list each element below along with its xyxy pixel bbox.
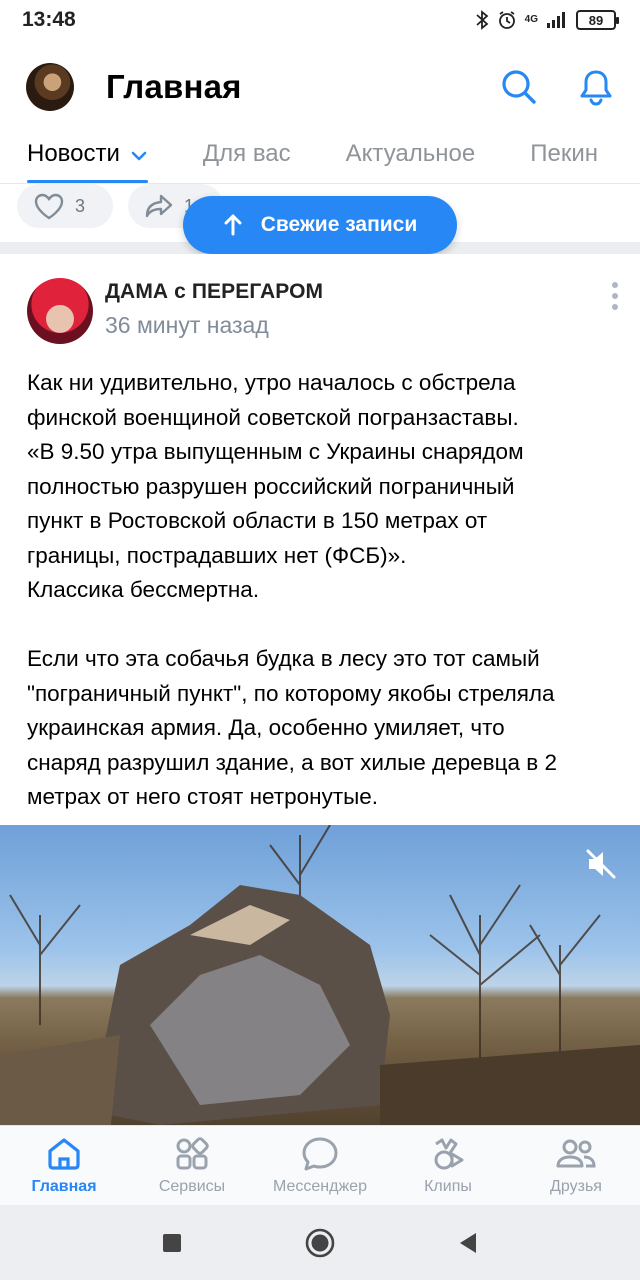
bluetooth-icon (476, 10, 489, 30)
text-line: метрах от него стоят нетронутые. (27, 784, 379, 809)
app-header: Главная (0, 52, 640, 122)
tab-beijing[interactable]: Пекин (530, 128, 598, 183)
network-type: 4G (524, 14, 538, 25)
signal-icon (547, 12, 565, 28)
feed-tabs: Новости Для вас Актуальное Пекин (0, 128, 640, 184)
nav-services[interactable]: Сервисы (128, 1126, 256, 1205)
status-time: 13:48 (22, 8, 76, 31)
chevron-down-icon (131, 151, 147, 161)
text-line: «В 9.50 утра выпущенным с Украины снаряд… (27, 439, 524, 464)
fresh-posts-button[interactable]: Свежие записи (183, 196, 457, 254)
more-options-icon[interactable] (612, 282, 618, 310)
news-feed[interactable]: 3 1 Свежие записи ДАМА с ПЕРЕГАРОМ 36 ми… (0, 184, 640, 1125)
text-line: пункт в Ростовской области в 150 метрах … (27, 508, 488, 533)
author-avatar[interactable] (27, 278, 93, 344)
battery-indicator: 89 (576, 10, 619, 30)
notifications-bell-icon[interactable] (578, 68, 614, 106)
home-icon (48, 1138, 80, 1170)
messenger-icon (302, 1137, 338, 1171)
text-line: "пограничный пункт", по которому якобы с… (27, 680, 555, 706)
recent-apps-icon[interactable] (161, 1232, 183, 1254)
text-line: Если что эта собачья будка в лесу это то… (27, 646, 540, 671)
text-line: границы, пострадавших нет (ФСБ)». (27, 542, 407, 568)
text-line: украинская армия. Да, особенно умиляет, … (27, 715, 505, 740)
page-title: Главная (106, 68, 242, 105)
post-video[interactable] (0, 825, 640, 1125)
post-timestamp: 36 минут назад (105, 312, 269, 338)
post-header: ДАМА с ПЕРЕГАРОМ 36 минут назад (27, 278, 620, 348)
back-icon[interactable] (457, 1231, 479, 1255)
feed-post: ДАМА с ПЕРЕГАРОМ 36 минут назад Как ни у… (0, 254, 640, 1125)
status-icons: 4G 89 (475, 10, 619, 30)
text-line: полностью разрушен российский пограничны… (27, 473, 515, 499)
share-icon (145, 194, 173, 218)
text-line: Как ни удивительно, утро началось с обст… (27, 370, 516, 395)
author-name[interactable]: ДАМА с ПЕРЕГАРОМ (105, 280, 323, 304)
post-text: Как ни удивительно, утро началось с обст… (27, 366, 616, 815)
services-icon (176, 1137, 209, 1170)
home-button-icon[interactable] (304, 1227, 336, 1259)
tab-news[interactable]: Новости (27, 128, 148, 183)
video-frame (0, 825, 640, 1125)
mute-icon[interactable] (584, 847, 618, 881)
system-navigation-bar (0, 1205, 640, 1280)
arrow-up-icon (224, 214, 242, 236)
heart-icon (34, 193, 64, 220)
nav-friends[interactable]: Друзья (512, 1126, 640, 1205)
nav-home[interactable]: Главная (0, 1126, 128, 1205)
like-button[interactable]: 3 (17, 184, 113, 228)
text-line: финской военщиной советской погранзастав… (27, 404, 519, 430)
like-count: 3 (75, 195, 86, 216)
profile-avatar[interactable] (26, 63, 74, 111)
alarm-icon (498, 11, 515, 29)
tab-trending[interactable]: Актуальное (346, 128, 476, 183)
text-line: снаряд разрушил здание, а вот хилые дере… (27, 749, 558, 775)
nav-messenger[interactable]: Мессенджер (256, 1126, 384, 1205)
bottom-navigation: Главная Сервисы Мессенджер Клипы Друзья (0, 1125, 640, 1205)
search-icon[interactable] (500, 68, 538, 106)
clips-icon (434, 1138, 464, 1170)
nav-clips[interactable]: Клипы (384, 1126, 512, 1205)
status-bar: 13:48 4G 89 (0, 0, 640, 40)
friends-icon (556, 1139, 596, 1168)
text-line: Классика бессмертна. (27, 577, 260, 602)
tab-for-you[interactable]: Для вас (203, 128, 291, 183)
